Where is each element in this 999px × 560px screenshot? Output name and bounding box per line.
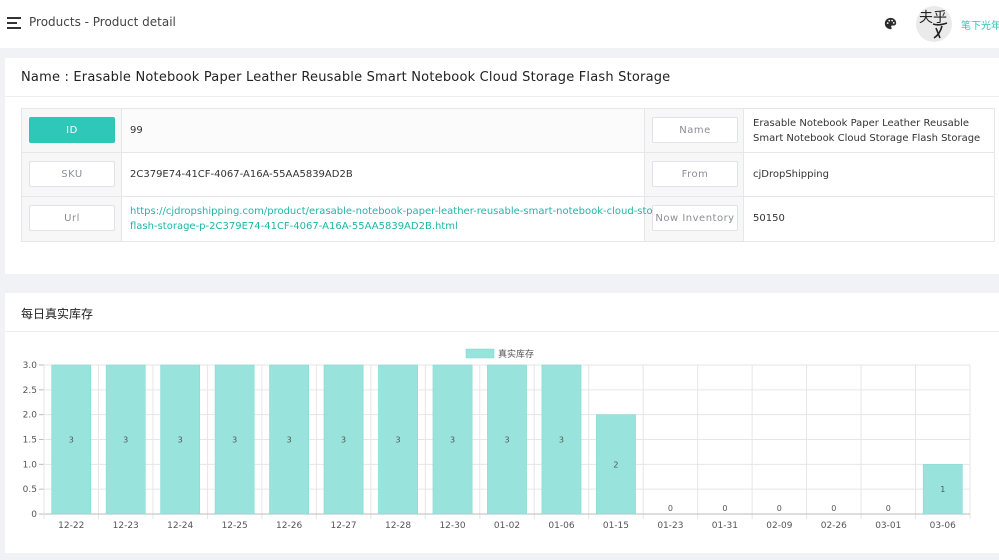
x-tick-label: 12-24 [167,521,193,531]
bar-value-label: 0 [668,504,673,513]
avatar-calligraphy-image: 夫乎 [919,10,948,39]
x-tick-label: 03-01 [875,521,901,531]
bar-value-label: 3 [341,436,346,445]
bar-value-label: 3 [504,436,509,445]
legend-swatch [465,348,495,359]
url-label-tag: Url [29,205,115,231]
product-name-title: Name : Erasable Notebook Paper Leather R… [21,70,671,85]
inventory-value: 50150 [753,213,785,224]
bar-value-label: 3 [178,436,183,445]
breadcrumb: Products - Product detail [29,15,176,29]
top-header: Products - Product detail 夫乎 笔下光年 [0,0,999,48]
sku-label-tag: SKU [29,161,115,187]
card-divider [5,96,999,97]
x-tick-label: 02-09 [766,521,792,531]
bar-value-label: 0 [722,504,727,513]
x-tick-label: 01-15 [603,521,629,531]
bar-value-label: 3 [396,436,401,445]
x-tick-label: 12-27 [331,521,357,531]
info-row-url: Url https://cjdropshipping.com/product/e… [22,197,994,241]
x-tick-label: 12-25 [222,521,248,531]
x-tick-label: 01-02 [494,521,520,531]
y-tick-label: 2.5 [23,386,37,396]
avatar[interactable]: 夫乎 [916,6,952,42]
y-tick-label: 0 [31,510,37,520]
x-tick-label: 12-28 [385,521,411,531]
id-label-tag: ID [29,117,115,143]
bar-value-label: 3 [287,436,292,445]
inventory-bar-chart: 00.51.01.52.02.53.0312-22312-23312-24312… [23,348,971,531]
product-detail-card: Name : Erasable Notebook Paper Leather R… [5,58,999,274]
product-info-table: ID 99 Name Erasable Notebook Paper Leath… [21,108,995,242]
x-tick-label: 01-23 [657,521,683,531]
bar-value-label: 3 [559,436,564,445]
user-name[interactable]: 笔下光年 [961,17,999,32]
x-tick-label: 03-06 [930,521,956,531]
y-tick-label: 1.5 [23,436,37,446]
info-row-sku: SKU 2C379E74-41CF-4067-A16A-55AA5839AD2B… [22,153,994,197]
bar-value-label: 0 [886,504,891,513]
menu-toggle-icon[interactable] [7,17,21,29]
x-tick-label: 12-22 [58,521,84,531]
inventory-chart-card: 每日真实库存 0 0.5 1.0 1.5 2.0 2.5 3.0 3 12-22 3 12-23 3 1… [5,293,999,553]
x-tick-label: 01-06 [548,521,574,531]
y-tick-label: 2.0 [23,411,38,421]
from-label-tag: From [652,161,738,187]
x-tick-label: 12-23 [113,521,139,531]
x-tick-label: 12-26 [276,521,302,531]
bar-value-label: 2 [613,460,618,469]
id-value: 99 [130,125,143,136]
bar-value-label: 3 [123,436,128,445]
x-tick-label: 02-26 [821,521,847,531]
bar-value-label: 0 [777,504,782,513]
name-label-tag: Name [652,117,738,143]
x-tick-label: 01-31 [712,521,738,531]
bar-value-label: 0 [831,504,836,513]
bar-value-label: 3 [69,436,74,445]
bar-value-label: 3 [450,436,455,445]
x-tick-label: 12-30 [439,521,465,531]
y-tick-label: 3.0 [23,361,38,371]
name-value: Erasable Notebook Paper Leather Reusable… [753,118,981,144]
y-tick-label: 1.0 [23,460,38,470]
y-tick-label: 0.5 [23,485,37,495]
bar-value-label: 3 [232,436,237,445]
from-value: cjDropShipping [753,169,829,180]
inventory-label-tag: Now Inventory [652,205,738,231]
sku-value: 2C379E74-41CF-4067-A16A-55AA5839AD2B [130,169,353,180]
bar-value-label: 1 [940,485,945,494]
palette-icon[interactable] [884,17,897,30]
info-row-id: ID 99 Name Erasable Notebook Paper Leath… [22,109,994,153]
legend-label: 真实库存 [498,348,534,360]
product-url-link[interactable]: https://cjdropshipping.com/product/erasa… [130,204,679,234]
